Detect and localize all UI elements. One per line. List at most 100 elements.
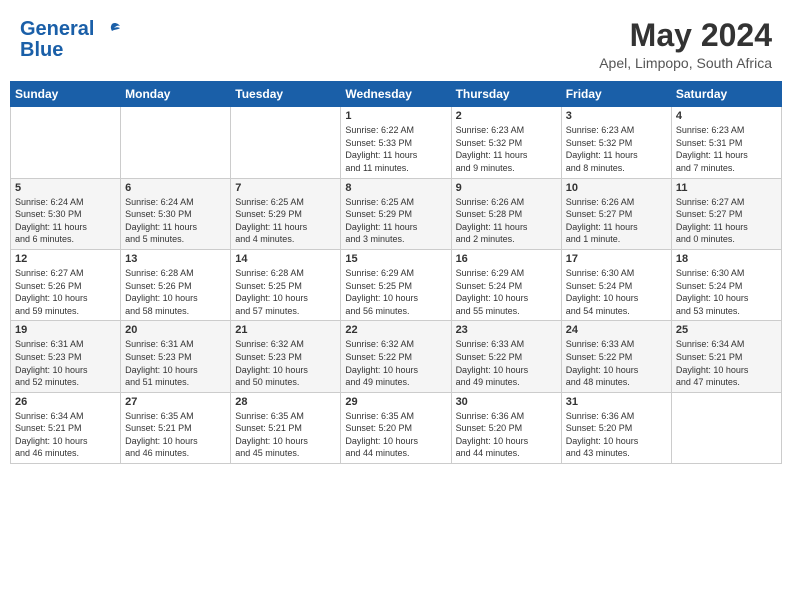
day-info: Sunrise: 6:23 AMSunset: 5:32 PMDaylight:… <box>456 124 557 174</box>
day-number: 27 <box>125 396 226 408</box>
calendar-week-row: 1 Sunrise: 6:22 AMSunset: 5:33 PMDaylight… <box>11 107 782 178</box>
day-number: 5 <box>15 182 116 194</box>
day-number: 8 <box>345 182 446 194</box>
day-number: 30 <box>456 396 557 408</box>
day-number: 21 <box>235 324 336 336</box>
calendar-cell: 16 Sunrise: 6:29 AMSunset: 5:24 PMDayligh… <box>451 249 561 320</box>
day-info: Sunrise: 6:33 AMSunset: 5:22 PMDaylight:… <box>456 338 557 388</box>
day-info: Sunrise: 6:30 AMSunset: 5:24 PMDaylight:… <box>676 267 777 317</box>
day-info: Sunrise: 6:36 AMSunset: 5:20 PMDaylight:… <box>456 410 557 460</box>
day-number: 3 <box>566 110 667 122</box>
calendar-cell: 31Sunrise: 6:36 AMSunset: 5:20 PMDayligh… <box>561 392 671 463</box>
calendar-cell: 18 Sunrise: 6:30 AMSunset: 5:24 PMDayligh… <box>671 249 781 320</box>
day-info: Sunrise: 6:25 AMSunset: 5:29 PMDaylight:… <box>235 196 336 246</box>
day-info: Sunrise: 6:31 AMSunset: 5:23 PMDaylight:… <box>15 338 116 388</box>
calendar-cell: 29 Sunrise: 6:35 AMSunset: 5:20 PMDayligh… <box>341 392 451 463</box>
calendar-cell <box>121 107 231 178</box>
calendar-cell: 26 Sunrise: 6:34 AMSunset: 5:21 PMDayligh… <box>11 392 121 463</box>
page-header: General Blue May 2024 Apel, Limpopo, Sou… <box>10 10 782 75</box>
calendar-table: SundayMondayTuesdayWednesdayThursdayFrid… <box>10 81 782 464</box>
weekday-header-monday: Monday <box>121 82 231 107</box>
day-info: Sunrise: 6:24 AMSunset: 5:30 PMDaylight:… <box>125 196 226 246</box>
day-info: Sunrise: 6:28 AMSunset: 5:25 PMDaylight:… <box>235 267 336 317</box>
day-number: 20 <box>125 324 226 336</box>
calendar-cell: 9Sunrise: 6:26 AMSunset: 5:28 PMDaylight… <box>451 178 561 249</box>
calendar-week-row: 26 Sunrise: 6:34 AMSunset: 5:21 PMDayligh… <box>11 392 782 463</box>
calendar-cell: 8 Sunrise: 6:25 AMSunset: 5:29 PMDaylight… <box>341 178 451 249</box>
day-number: 19 <box>15 324 116 336</box>
calendar-cell <box>671 392 781 463</box>
day-info: Sunrise: 6:35 AMSunset: 5:21 PMDaylight:… <box>125 410 226 460</box>
day-number: 23 <box>456 324 557 336</box>
weekday-header-wednesday: Wednesday <box>341 82 451 107</box>
calendar-cell: 17Sunrise: 6:30 AMSunset: 5:24 PMDayligh… <box>561 249 671 320</box>
day-number: 12 <box>15 253 116 265</box>
day-number: 11 <box>676 182 777 194</box>
weekday-header-saturday: Saturday <box>671 82 781 107</box>
logo: General Blue <box>20 18 122 60</box>
calendar-cell <box>11 107 121 178</box>
day-number: 9 <box>456 182 557 194</box>
title-block: May 2024 Apel, Limpopo, South Africa <box>599 18 772 71</box>
day-number: 22 <box>345 324 446 336</box>
calendar-cell <box>231 107 341 178</box>
day-info: Sunrise: 6:24 AMSunset: 5:30 PMDaylight:… <box>15 196 116 246</box>
calendar-cell: 21 Sunrise: 6:32 AMSunset: 5:23 PMDayligh… <box>231 321 341 392</box>
logo-text: General <box>20 18 122 40</box>
calendar-cell: 14 Sunrise: 6:28 AMSunset: 5:25 PMDayligh… <box>231 249 341 320</box>
location-title: Apel, Limpopo, South Africa <box>599 55 772 71</box>
day-number: 6 <box>125 182 226 194</box>
day-info: Sunrise: 6:34 AMSunset: 5:21 PMDaylight:… <box>15 410 116 460</box>
day-number: 24 <box>566 324 667 336</box>
calendar-cell: 1 Sunrise: 6:22 AMSunset: 5:33 PMDaylight… <box>341 107 451 178</box>
weekday-header-thursday: Thursday <box>451 82 561 107</box>
day-number: 14 <box>235 253 336 265</box>
calendar-cell: 11Sunrise: 6:27 AMSunset: 5:27 PMDayligh… <box>671 178 781 249</box>
day-number: 28 <box>235 396 336 408</box>
calendar-cell: 12 Sunrise: 6:27 AMSunset: 5:26 PMDayligh… <box>11 249 121 320</box>
day-number: 31 <box>566 396 667 408</box>
calendar-cell: 25Sunrise: 6:34 AMSunset: 5:21 PMDayligh… <box>671 321 781 392</box>
calendar-cell: 7 Sunrise: 6:25 AMSunset: 5:29 PMDaylight… <box>231 178 341 249</box>
day-info: Sunrise: 6:28 AMSunset: 5:26 PMDaylight:… <box>125 267 226 317</box>
day-number: 29 <box>345 396 446 408</box>
day-info: Sunrise: 6:33 AMSunset: 5:22 PMDaylight:… <box>566 338 667 388</box>
calendar-cell: 22 Sunrise: 6:32 AMSunset: 5:22 PMDayligh… <box>341 321 451 392</box>
calendar-week-row: 12 Sunrise: 6:27 AMSunset: 5:26 PMDayligh… <box>11 249 782 320</box>
logo-bird-icon <box>102 22 122 38</box>
calendar-cell: 6 Sunrise: 6:24 AMSunset: 5:30 PMDaylight… <box>121 178 231 249</box>
day-number: 18 <box>676 253 777 265</box>
calendar-cell: 15Sunrise: 6:29 AMSunset: 5:25 PMDayligh… <box>341 249 451 320</box>
day-info: Sunrise: 6:25 AMSunset: 5:29 PMDaylight:… <box>345 196 446 246</box>
calendar-cell: 24 Sunrise: 6:33 AMSunset: 5:22 PMDayligh… <box>561 321 671 392</box>
day-info: Sunrise: 6:32 AMSunset: 5:23 PMDaylight:… <box>235 338 336 388</box>
calendar-week-row: 5 Sunrise: 6:24 AMSunset: 5:30 PMDaylight… <box>11 178 782 249</box>
weekday-header-row: SundayMondayTuesdayWednesdayThursdayFrid… <box>11 82 782 107</box>
day-number: 17 <box>566 253 667 265</box>
day-info: Sunrise: 6:31 AMSunset: 5:23 PMDaylight:… <box>125 338 226 388</box>
day-number: 4 <box>676 110 777 122</box>
weekday-header-sunday: Sunday <box>11 82 121 107</box>
day-number: 25 <box>676 324 777 336</box>
day-info: Sunrise: 6:22 AMSunset: 5:33 PMDaylight:… <box>345 124 446 174</box>
day-number: 2 <box>456 110 557 122</box>
calendar-cell: 30 Sunrise: 6:36 AMSunset: 5:20 PMDayligh… <box>451 392 561 463</box>
day-number: 7 <box>235 182 336 194</box>
day-info: Sunrise: 6:35 AMSunset: 5:20 PMDaylight:… <box>345 410 446 460</box>
day-number: 16 <box>456 253 557 265</box>
day-number: 1 <box>345 110 446 122</box>
calendar-cell: 4Sunrise: 6:23 AMSunset: 5:31 PMDaylight… <box>671 107 781 178</box>
calendar-cell: 5 Sunrise: 6:24 AMSunset: 5:30 PMDaylight… <box>11 178 121 249</box>
calendar-cell: 3 Sunrise: 6:23 AMSunset: 5:32 PMDaylight… <box>561 107 671 178</box>
day-info: Sunrise: 6:32 AMSunset: 5:22 PMDaylight:… <box>345 338 446 388</box>
day-number: 13 <box>125 253 226 265</box>
calendar-cell: 23 Sunrise: 6:33 AMSunset: 5:22 PMDayligh… <box>451 321 561 392</box>
day-info: Sunrise: 6:27 AMSunset: 5:26 PMDaylight:… <box>15 267 116 317</box>
calendar-cell: 13 Sunrise: 6:28 AMSunset: 5:26 PMDayligh… <box>121 249 231 320</box>
day-info: Sunrise: 6:29 AMSunset: 5:24 PMDaylight:… <box>456 267 557 317</box>
day-number: 26 <box>15 396 116 408</box>
day-info: Sunrise: 6:23 AMSunset: 5:32 PMDaylight:… <box>566 124 667 174</box>
day-info: Sunrise: 6:26 AMSunset: 5:27 PMDaylight:… <box>566 196 667 246</box>
day-info: Sunrise: 6:29 AMSunset: 5:25 PMDaylight:… <box>345 267 446 317</box>
calendar-cell: 28Sunrise: 6:35 AMSunset: 5:21 PMDayligh… <box>231 392 341 463</box>
